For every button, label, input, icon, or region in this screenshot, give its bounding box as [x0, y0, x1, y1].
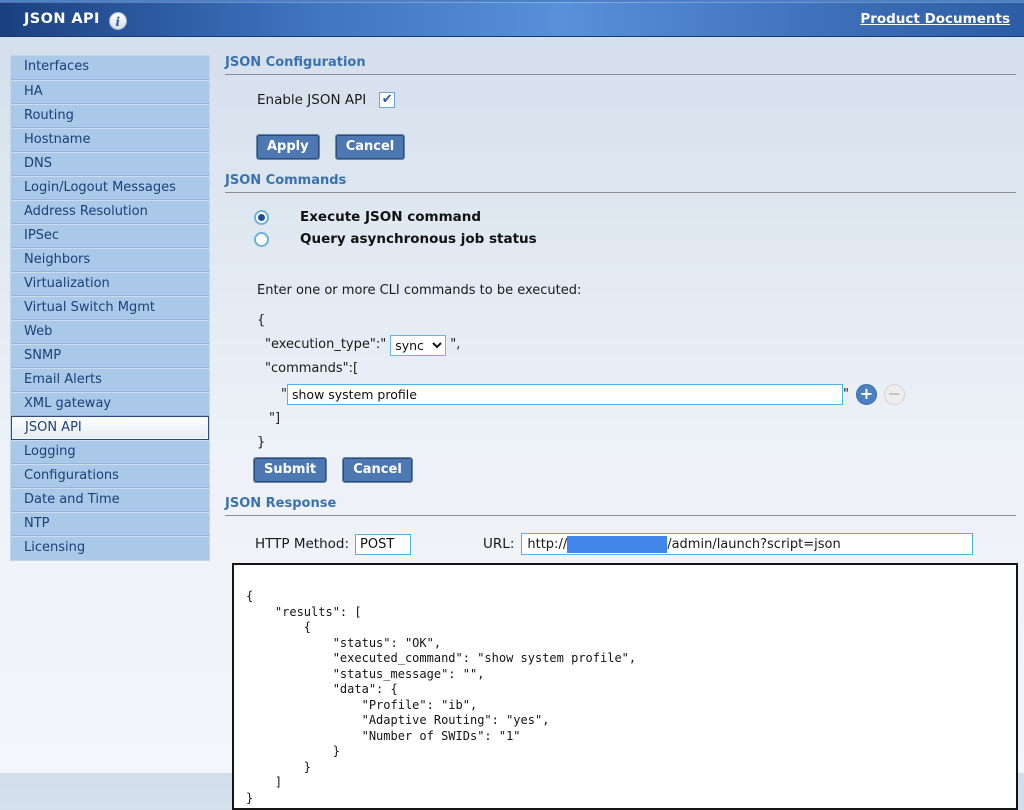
page-title-group: JSON API i	[24, 8, 127, 30]
radio-row-execute[interactable]: Execute JSON command	[254, 206, 1016, 228]
execute-json-command-radio[interactable]	[254, 210, 269, 225]
url-input[interactable]: http:// /admin/launch?script=json	[521, 533, 973, 555]
execute-json-command-label: Execute JSON command	[300, 209, 481, 225]
submit-button[interactable]: Submit	[254, 458, 326, 482]
enable-json-api-checkbox[interactable]: ✔	[379, 92, 395, 108]
sidebar-nav: InterfacesHARoutingHostnameDNSLogin/Logo…	[10, 55, 210, 561]
command-input-row: "" + −	[281, 381, 1016, 407]
section-title-json-configuration: JSON Configuration	[225, 55, 1016, 70]
sidebar-item-virtual-switch-mgmt[interactable]: Virtual Switch Mgmt	[11, 296, 209, 320]
sidebar-item-ha[interactable]: HA	[11, 80, 209, 104]
enable-json-api-label: Enable JSON API	[257, 92, 366, 108]
section-title-json-response: JSON Response	[225, 496, 1016, 511]
checkmark-icon: ✔	[382, 92, 393, 107]
json-close-brace: }	[257, 431, 1016, 455]
request-meta-row: HTTP Method: URL: http:// /admin/launch?…	[255, 533, 1016, 555]
json-open-brace: {	[257, 309, 1016, 333]
sidebar-item-json-api[interactable]: JSON API	[11, 416, 209, 440]
section-title-json-commands: JSON Commands	[225, 173, 1016, 188]
sidebar-item-virtualization[interactable]: Virtualization	[11, 272, 209, 296]
apply-button[interactable]: Apply	[257, 135, 319, 159]
section-json-configuration: JSON Configuration Enable JSON API ✔ App…	[225, 55, 1016, 159]
section-json-response: JSON Response HTTP Method: URL: http:// …	[225, 496, 1016, 810]
sidebar-item-snmp[interactable]: SNMP	[11, 344, 209, 368]
sidebar-item-logging[interactable]: Logging	[11, 440, 209, 464]
product-documents-link[interactable]: Product Documents	[860, 11, 1010, 27]
url-prefix-text: http://	[527, 537, 567, 552]
sidebar-item-xml-gateway[interactable]: XML gateway	[11, 392, 209, 416]
section-json-commands: JSON Commands Execute JSON command Query…	[225, 173, 1016, 482]
sidebar-item-hostname[interactable]: Hostname	[11, 128, 209, 152]
enable-json-api-row: Enable JSON API ✔	[257, 92, 1016, 108]
commands-buttons: Submit Cancel	[254, 458, 1016, 482]
sidebar-item-dns[interactable]: DNS	[11, 152, 209, 176]
commands-array-open: "commands":[	[265, 357, 1016, 381]
sidebar-item-address-resolution[interactable]: Address Resolution	[11, 200, 209, 224]
info-icon[interactable]: i	[109, 12, 127, 30]
sidebar-item-configurations[interactable]: Configurations	[11, 464, 209, 488]
sidebar-item-login-logout-messages[interactable]: Login/Logout Messages	[11, 176, 209, 200]
page-title: JSON API	[24, 11, 100, 27]
page-header: JSON API i Product Documents	[0, 0, 1024, 37]
sidebar-item-interfaces[interactable]: Interfaces	[11, 56, 209, 80]
url-redacted-host	[567, 536, 667, 553]
cancel-button-configuration[interactable]: Cancel	[336, 135, 405, 159]
execution-type-suffix: ",	[450, 333, 460, 357]
query-async-job-status-radio[interactable]	[254, 232, 269, 247]
json-command-template: { "execution_type":" sync ", "commands":…	[225, 309, 1016, 455]
cancel-button-commands[interactable]: Cancel	[343, 458, 412, 482]
http-method-label: HTTP Method:	[255, 536, 349, 552]
http-method-input[interactable]	[355, 534, 411, 555]
cli-command-input[interactable]	[287, 384, 843, 405]
sidebar-item-date-and-time[interactable]: Date and Time	[11, 488, 209, 512]
url-label: URL:	[483, 536, 514, 552]
sidebar-item-email-alerts[interactable]: Email Alerts	[11, 368, 209, 392]
sidebar-item-ipsec[interactable]: IPSec	[11, 224, 209, 248]
execution-type-prefix: "execution_type":"	[265, 333, 386, 357]
execution-type-select[interactable]: sync	[390, 335, 446, 356]
url-suffix-text: /admin/launch?script=json	[667, 537, 841, 552]
query-async-job-status-label: Query asynchronous job status	[300, 231, 537, 247]
section-divider	[225, 192, 1016, 193]
commands-array-close: "]	[269, 407, 1016, 431]
main-content: JSON Configuration Enable JSON API ✔ App…	[225, 55, 1016, 810]
page-body: InterfacesHARoutingHostnameDNSLogin/Logo…	[0, 37, 1024, 810]
section-divider	[225, 74, 1016, 75]
radio-row-query[interactable]: Query asynchronous job status	[254, 228, 1016, 250]
sidebar-item-routing[interactable]: Routing	[11, 104, 209, 128]
command-quote-close: "	[843, 387, 849, 402]
section-divider	[225, 515, 1016, 516]
sidebar-item-web[interactable]: Web	[11, 320, 209, 344]
command-mode-radios: Execute JSON command Query asynchronous …	[254, 206, 1016, 250]
add-command-button[interactable]: +	[856, 384, 877, 405]
sidebar-item-licensing[interactable]: Licensing	[11, 536, 209, 560]
configuration-buttons: Apply Cancel	[257, 135, 1016, 159]
remove-command-button[interactable]: −	[884, 384, 905, 405]
sidebar-item-ntp[interactable]: NTP	[11, 512, 209, 536]
sidebar-item-neighbors[interactable]: Neighbors	[11, 248, 209, 272]
execution-type-row: "execution_type":" sync ",	[265, 333, 1016, 357]
cli-commands-instruction: Enter one or more CLI commands to be exe…	[257, 283, 1016, 298]
